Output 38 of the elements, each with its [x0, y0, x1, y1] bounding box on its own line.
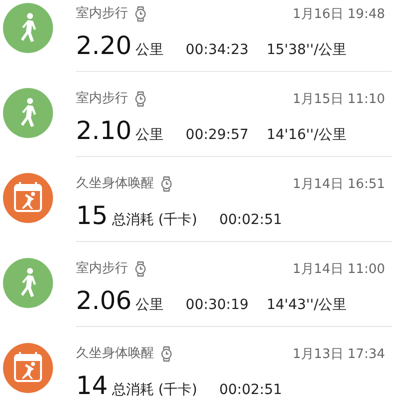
watch-icon — [160, 176, 173, 192]
activity-title: 室内步行 — [76, 5, 128, 23]
walking-person-icon — [3, 258, 53, 308]
activity-pace: 14'43''/公里 — [266, 296, 346, 314]
value-unit: 公里 — [136, 40, 164, 60]
activity-pace: 14'16''/公里 — [266, 126, 346, 144]
activity-value: 2.20 — [76, 32, 132, 58]
activity-duration: 00:29:57 — [186, 126, 249, 144]
value-unit: 总消耗 (千卡) — [112, 210, 198, 230]
activity-value: 15 — [76, 202, 108, 228]
value-unit: 公里 — [136, 126, 164, 144]
activity-title: 室内步行 — [76, 90, 128, 108]
activity-date: 1月16日 19:48 — [292, 6, 385, 24]
activity-duration: 00:30:19 — [186, 296, 249, 314]
activity-value: 14 — [76, 372, 108, 398]
activity-title: 久坐身体唤醒 — [76, 175, 154, 193]
activity-date: 1月15日 11:10 — [292, 91, 385, 109]
activity-duration: 00:34:23 — [186, 40, 249, 60]
watch-icon — [160, 346, 173, 362]
activity-title: 室内步行 — [76, 260, 128, 278]
watch-icon — [134, 6, 147, 22]
walking-person-icon — [3, 88, 53, 138]
activity-title: 久坐身体唤醒 — [76, 345, 154, 363]
activity-date: 1月14日 16:51 — [292, 176, 385, 194]
activity-date: 1月14日 11:00 — [292, 261, 385, 279]
activity-pace: 15'38''/公里 — [266, 40, 346, 60]
activity-value: 2.10 — [76, 118, 132, 142]
value-unit: 总消耗 (千卡) — [112, 380, 198, 400]
activity-date: 1月13日 17:34 — [292, 346, 385, 364]
activity-duration: 00:02:51 — [219, 210, 282, 230]
calendar-stretch-icon — [3, 173, 53, 223]
watch-icon — [134, 90, 147, 107]
value-unit: 公里 — [136, 296, 164, 314]
watch-icon — [134, 260, 147, 277]
activity-duration: 00:02:51 — [219, 380, 282, 400]
walking-person-icon — [3, 3, 53, 53]
activity-value: 2.06 — [76, 288, 132, 312]
calendar-stretch-icon — [3, 343, 53, 393]
